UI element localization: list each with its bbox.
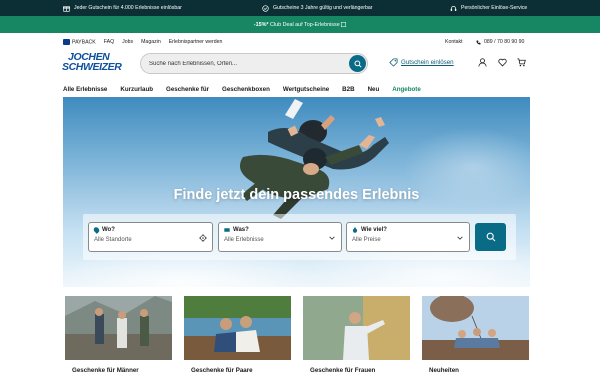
- nav-item-kurzurlaub[interactable]: Kurzurlaub: [120, 86, 153, 93]
- category-card-paare[interactable]: Geschenke für Paare: [184, 296, 291, 375]
- voucher-label: Gutschein einlösen: [401, 59, 454, 66]
- promo-highlight: -15%*: [253, 21, 269, 28]
- payback-link[interactable]: PAYBACK: [63, 38, 96, 46]
- crosshair-icon[interactable]: [199, 234, 207, 242]
- card-label: Geschenke für Männer: [72, 367, 139, 374]
- logo-line-2: SCHWEIZER: [62, 61, 122, 73]
- nav-item-alle-erlebnisse[interactable]: Alle Erlebnisse: [63, 86, 107, 93]
- payback-label: PAYBACK: [72, 39, 96, 46]
- men-activity-image: [65, 296, 172, 360]
- meta-nav: PAYBACK FAQ Jobs Magazin Erlebnispartner…: [63, 37, 230, 47]
- price-label: Wie viel?: [361, 227, 387, 233]
- couple-boat-image: [184, 296, 291, 360]
- search-bar: [140, 53, 368, 74]
- voucher-icon: [389, 58, 398, 67]
- main-nav: Alle Erlebnisse Kurzurlaub Geschenke für…: [63, 84, 434, 94]
- category-select[interactable]: Was? Alle Erlebnisse: [218, 222, 342, 252]
- woman-activity-image: [303, 296, 410, 360]
- nav-item-neu[interactable]: Neu: [368, 86, 380, 93]
- card-label: Geschenke für Frauen: [310, 367, 376, 374]
- price-select[interactable]: Wie viel? Alle Preise: [346, 222, 470, 252]
- meta-link-jobs[interactable]: Jobs: [122, 39, 133, 45]
- location-pin-icon: [92, 226, 101, 234]
- finder-search-button[interactable]: [475, 223, 506, 251]
- meta-link-faq[interactable]: FAQ: [104, 39, 114, 45]
- usp-text: Jeder Gutschein für 4.000 Erlebnisse ein…: [74, 5, 182, 11]
- contact-link[interactable]: Kontakt: [445, 37, 463, 47]
- category-value: Alle Erlebnisse: [224, 237, 264, 243]
- user-icon: [478, 58, 487, 67]
- ticket-icon: [224, 228, 230, 232]
- money-bag-icon: [352, 227, 358, 233]
- promo-banner[interactable]: -15%* Club Deal auf Top-Erlebnisse: [0, 16, 600, 33]
- card-label: Neuheiten: [429, 367, 459, 374]
- check-circle-icon: [262, 4, 269, 12]
- usp-item: Persönlicher Einlöse-Service: [450, 5, 527, 12]
- category-card-neuheiten[interactable]: Neuheiten: [422, 296, 529, 375]
- category-card-frauen[interactable]: Geschenke für Frauen: [303, 296, 410, 375]
- search-icon: [486, 232, 495, 242]
- info-icon: [341, 22, 347, 27]
- hero-title: Finde jetzt dein passendes Erlebnis: [173, 187, 420, 203]
- meta-link-magazin[interactable]: Magazin: [141, 39, 161, 45]
- promo-text: Club Deal auf Top-Erlebnisse: [269, 21, 340, 28]
- gift-icon: [63, 5, 70, 12]
- usp-text: Gutscheine 3 Jahre gültig und verlängerb…: [273, 5, 373, 11]
- card-image: [184, 296, 291, 360]
- nav-item-angebote[interactable]: Angebote: [392, 86, 421, 93]
- location-value: Alle Standorte: [94, 237, 132, 243]
- search-icon: [353, 59, 362, 68]
- chevron-down-icon: [457, 236, 463, 240]
- payback-logo-icon: [63, 38, 70, 45]
- card-image: [422, 296, 529, 360]
- phone-number: 089 / 70 80 90 90: [484, 39, 525, 45]
- usp-bar: Jeder Gutschein für 4.000 Erlebnisse ein…: [0, 0, 600, 16]
- location-field[interactable]: Wo? Alle Standorte: [88, 222, 213, 252]
- brand-logo[interactable]: JOCHEN SCHWEIZER: [62, 52, 122, 78]
- balloon-ride-image: [422, 296, 529, 360]
- usp-item: Jeder Gutschein für 4.000 Erlebnisse ein…: [63, 5, 182, 12]
- category-card-maenner[interactable]: Geschenke für Männer: [65, 296, 172, 375]
- usp-item: Gutscheine 3 Jahre gültig und verlängerb…: [262, 4, 373, 12]
- price-value: Alle Preise: [352, 237, 381, 243]
- experience-finder: Wo? Alle Standorte Was? Alle Erlebnisse …: [83, 214, 516, 260]
- nav-item-geschenke-fuer[interactable]: Geschenke für: [166, 86, 209, 93]
- search-input[interactable]: [149, 60, 339, 67]
- phone-link[interactable]: 089 / 70 80 90 90: [476, 37, 524, 47]
- category-label: Was?: [233, 227, 249, 233]
- card-image: [303, 296, 410, 360]
- headset-icon: [450, 5, 457, 11]
- nav-item-b2b[interactable]: B2B: [342, 86, 354, 93]
- card-image: [65, 296, 172, 360]
- chevron-down-icon: [329, 236, 335, 240]
- location-label: Wo?: [102, 227, 115, 233]
- meta-link-partner[interactable]: Erlebnispartner werden: [169, 39, 223, 45]
- search-button[interactable]: [349, 55, 366, 72]
- nav-item-wertgutscheine[interactable]: Wertgutscheine: [283, 86, 329, 93]
- hero-banner: Finde jetzt dein passendes Erlebnis Wo? …: [63, 97, 530, 287]
- nav-item-geschenkboxen[interactable]: Geschenkboxen: [222, 86, 270, 93]
- heart-icon: [498, 58, 507, 67]
- cart-button[interactable]: [516, 57, 527, 68]
- account-button[interactable]: [477, 57, 488, 68]
- usp-text: Persönlicher Einlöse-Service: [461, 5, 528, 11]
- phone-icon: [476, 40, 481, 44]
- cart-icon: [517, 58, 526, 67]
- voucher-redeem-link[interactable]: Gutschein einlösen: [389, 58, 454, 67]
- wishlist-button[interactable]: [497, 57, 508, 68]
- card-label: Geschenke für Paare: [191, 367, 253, 374]
